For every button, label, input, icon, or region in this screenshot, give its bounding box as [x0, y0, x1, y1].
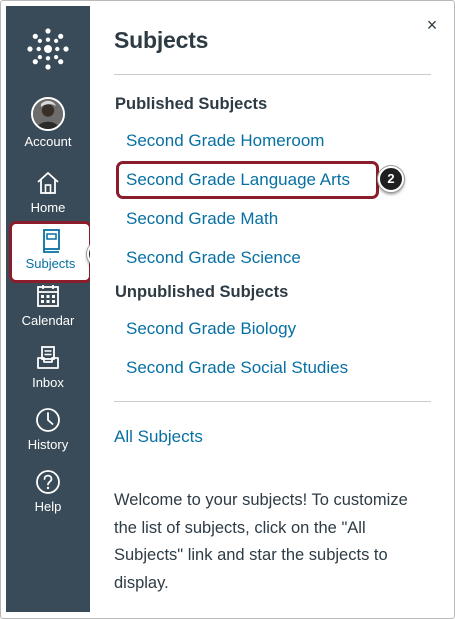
callout-2: 2	[378, 166, 404, 192]
canvas-logo-icon[interactable]	[25, 26, 71, 72]
all-subjects-link[interactable]: All Subjects	[114, 427, 203, 447]
nav-history[interactable]: History	[6, 406, 90, 466]
subjects-tray: × Subjects Published Subjects Second Gra…	[90, 6, 451, 612]
screenshot-frame: Account Home Calendar Inbox History Help…	[0, 0, 455, 619]
nav-home-label: Home	[30, 200, 66, 215]
language-arts-highlight-box	[116, 161, 379, 199]
nav-inbox-label: Inbox	[32, 375, 64, 390]
clock-icon	[36, 408, 60, 432]
calendar-icon	[37, 285, 59, 307]
nav-calendar-label: Calendar	[21, 313, 75, 328]
question-icon	[36, 470, 60, 494]
list-divider	[114, 401, 431, 402]
unpublished-subjects-heading: Unpublished Subjects	[115, 283, 289, 301]
subject-link[interactable]: Second Grade Biology	[126, 319, 296, 339]
nav-history-label: History	[27, 437, 69, 452]
nav-account-label: Account	[24, 134, 72, 149]
tray-title: Subjects	[114, 27, 209, 53]
close-icon[interactable]: ×	[421, 14, 443, 36]
home-icon	[37, 172, 59, 194]
subject-link[interactable]: Second Grade Homeroom	[126, 131, 324, 151]
title-divider	[114, 74, 431, 75]
subject-link[interactable]: Second Grade Social Studies	[126, 358, 348, 378]
nav-home[interactable]: Home	[6, 169, 90, 229]
nav-help-label: Help	[34, 499, 62, 514]
subject-link[interactable]: Second Grade Science	[126, 248, 301, 268]
global-navigation: Account Home Calendar Inbox History Help	[6, 6, 90, 612]
published-subjects-heading: Published Subjects	[115, 95, 268, 113]
nav-help[interactable]: Help	[6, 468, 90, 528]
nav-inbox[interactable]: Inbox	[6, 344, 90, 404]
welcome-message: Welcome to your subjects! To customize t…	[114, 491, 408, 592]
book-icon	[42, 229, 60, 253]
nav-subjects[interactable]: Subjects	[12, 224, 89, 280]
nav-calendar[interactable]: Calendar	[6, 282, 90, 342]
subject-link[interactable]: Second Grade Math	[126, 209, 278, 229]
avatar	[31, 97, 65, 131]
inbox-icon	[37, 346, 59, 369]
nav-account[interactable]: Account	[6, 97, 90, 157]
nav-subjects-label: Subjects	[25, 256, 76, 271]
